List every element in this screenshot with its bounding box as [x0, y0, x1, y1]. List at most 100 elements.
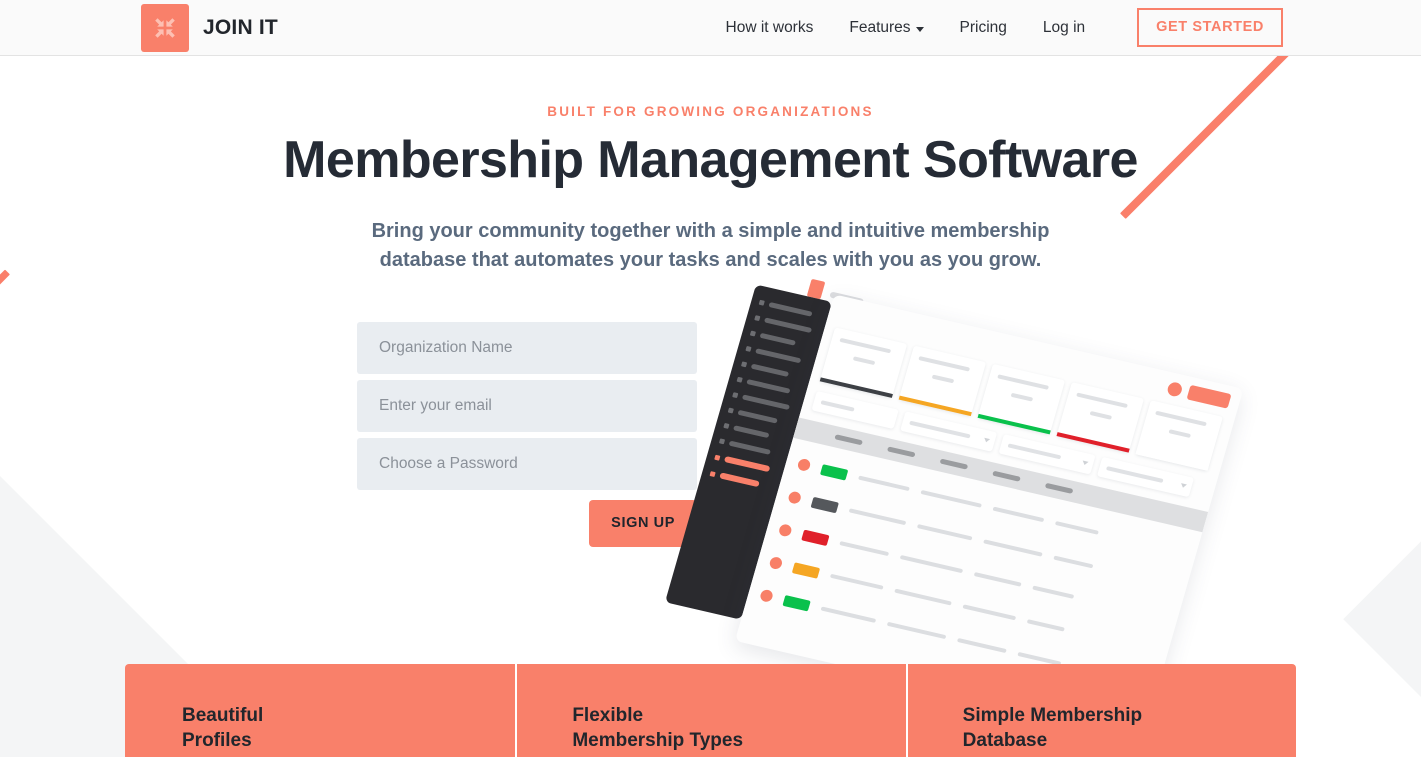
illustration-sidebar-item-icon — [754, 315, 761, 322]
illustration-sidebar-item-icon — [736, 376, 743, 383]
hero-section: BUILT FOR GROWING ORGANIZATIONS Membersh… — [0, 56, 1421, 274]
illustration-sidebar-item — [736, 376, 799, 396]
illustration-row-cell — [973, 572, 1022, 587]
compress-arrows-icon — [141, 3, 189, 52]
illustration-row-cell — [1053, 555, 1094, 569]
illustration-row-avatar — [759, 588, 775, 603]
form-actions: SIGN UP — [357, 500, 697, 547]
chevron-down-icon — [1081, 460, 1089, 466]
illustration-sidebar-item-icon — [758, 299, 765, 306]
illustration-avatar — [1166, 380, 1184, 398]
illustration-topbar — [1166, 380, 1232, 409]
illustration-row-cell — [956, 637, 1007, 654]
illustration-row-status-badge — [810, 496, 840, 513]
nav-link-log-in[interactable]: Log in — [1025, 19, 1103, 37]
illustration-sidebar-item — [732, 392, 794, 411]
illustration-sidebar-item-icon — [709, 470, 716, 477]
illustration-row-cell — [983, 539, 1043, 557]
dashboard-illustration — [664, 278, 1260, 736]
illustration-sidebar-item-label — [768, 302, 813, 317]
get-started-button[interactable]: GET STARTED — [1137, 8, 1283, 47]
illustration-stat-card — [1056, 382, 1145, 453]
illustration-row-cell — [820, 606, 877, 623]
primary-nav: How it works Features Pricing Log in GET… — [708, 8, 1283, 47]
illustration-sidebar-item-label — [733, 425, 770, 439]
illustration-sidebar-item — [740, 361, 803, 380]
feature-title-1: Beautiful Profiles — [182, 705, 264, 751]
illustration-row-cell — [829, 573, 884, 590]
illustration-row-cell — [1054, 521, 1099, 535]
illustration-row-status-badge — [782, 594, 811, 612]
illustration-sidebar-item-label — [746, 379, 791, 394]
illustration-sidebar-item-icon — [723, 422, 730, 429]
illustration-sidebar-item-label — [728, 440, 771, 455]
illustration-sidebar-item-label — [737, 409, 778, 424]
nav-label-pricing: Pricing — [959, 18, 1007, 36]
hero-subheadline: Bring your community together with a sim… — [371, 220, 1050, 271]
brand-logo-link[interactable]: JOIN IT — [141, 3, 278, 52]
signup-form: SIGN UP — [357, 322, 697, 547]
illustration-sidebar-item-label — [719, 472, 760, 488]
illustration-sidebar-item — [749, 330, 812, 350]
brand-name: JOIN IT — [203, 15, 278, 39]
chevron-down-icon — [983, 437, 991, 443]
illustration-row-cell — [1032, 585, 1075, 599]
email-input[interactable] — [357, 380, 697, 433]
illustration-sidebar-item-label — [723, 456, 771, 473]
illustration-sidebar-item-icon — [749, 330, 757, 337]
illustration-row-cell — [886, 621, 947, 640]
illustration-sidebar-item-label — [741, 394, 791, 411]
hero-content-row: SIGN UP — [0, 278, 1421, 736]
illustration-stat-card — [977, 363, 1066, 435]
illustration-row-avatar — [796, 457, 812, 473]
hero-eyebrow: BUILT FOR GROWING ORGANIZATIONS — [547, 104, 874, 119]
illustration-sidebar-item-icon — [732, 392, 739, 399]
illustration-sidebar-item — [758, 299, 821, 319]
illustration-row-cell — [839, 541, 890, 557]
illustration-row-cell — [962, 604, 1017, 621]
illustration-stat-card — [898, 345, 987, 417]
illustration-sidebar-item-label — [763, 317, 813, 334]
illustration-row-cell — [894, 588, 952, 606]
feature-title-2: Flexible Membership Types — [572, 705, 744, 751]
illustration-row-cell — [920, 489, 982, 508]
illustration-row-avatar — [787, 490, 803, 505]
feature-card-2[interactable]: Flexible Membership Types — [515, 664, 905, 757]
feature-cards: Beautiful Profiles Flexible Membership T… — [125, 664, 1296, 757]
nav-label-log-in: Log in — [1042, 18, 1086, 36]
illustration-stat-card — [1135, 400, 1223, 471]
illustration-sidebar-item-label — [755, 348, 802, 364]
feature-title-3: Simple Membership Database — [962, 705, 1143, 751]
nav-link-features[interactable]: Features — [831, 19, 941, 37]
illustration-sidebar-item — [714, 454, 776, 474]
illustration-row-status-badge — [801, 529, 830, 546]
illustration-sidebar-item-icon — [714, 454, 721, 461]
illustration-row-cell — [899, 554, 964, 574]
illustration-sidebar-item — [723, 422, 785, 442]
nav-label-how-it-works: How it works — [725, 18, 814, 36]
illustration-primary-button — [1186, 384, 1232, 409]
illustration-row-cell — [1026, 619, 1065, 632]
feature-card-3[interactable]: Simple Membership Database — [905, 664, 1296, 757]
illustration-stat-card — [819, 327, 908, 398]
illustration-row-status-badge — [820, 463, 849, 481]
illustration-sidebar-item — [727, 407, 790, 427]
chevron-down-icon — [1180, 483, 1187, 489]
illustration-row-avatar — [777, 523, 793, 538]
feature-card-1[interactable]: Beautiful Profiles — [125, 664, 515, 757]
illustration-row-status-badge — [791, 561, 821, 579]
illustration-sidebar-item — [754, 315, 816, 334]
illustration-sidebar-item — [709, 470, 771, 490]
site-header: JOIN IT How it works Features Pricing Lo… — [0, 0, 1421, 56]
landing-page: JOIN IT How it works Features Pricing Lo… — [0, 0, 1421, 757]
password-input[interactable] — [357, 438, 697, 491]
nav-link-pricing[interactable]: Pricing — [942, 19, 1025, 37]
illustration-sidebar-item-label — [750, 363, 790, 377]
nav-label-features: Features — [849, 18, 911, 36]
illustration-sidebar-item-icon — [740, 361, 748, 368]
illustration-row-cell — [858, 475, 910, 492]
illustration-row-avatar — [768, 555, 784, 571]
organization-name-input[interactable] — [357, 322, 697, 375]
illustration-sidebar-item — [745, 345, 807, 365]
nav-link-how-it-works[interactable]: How it works — [708, 19, 832, 37]
